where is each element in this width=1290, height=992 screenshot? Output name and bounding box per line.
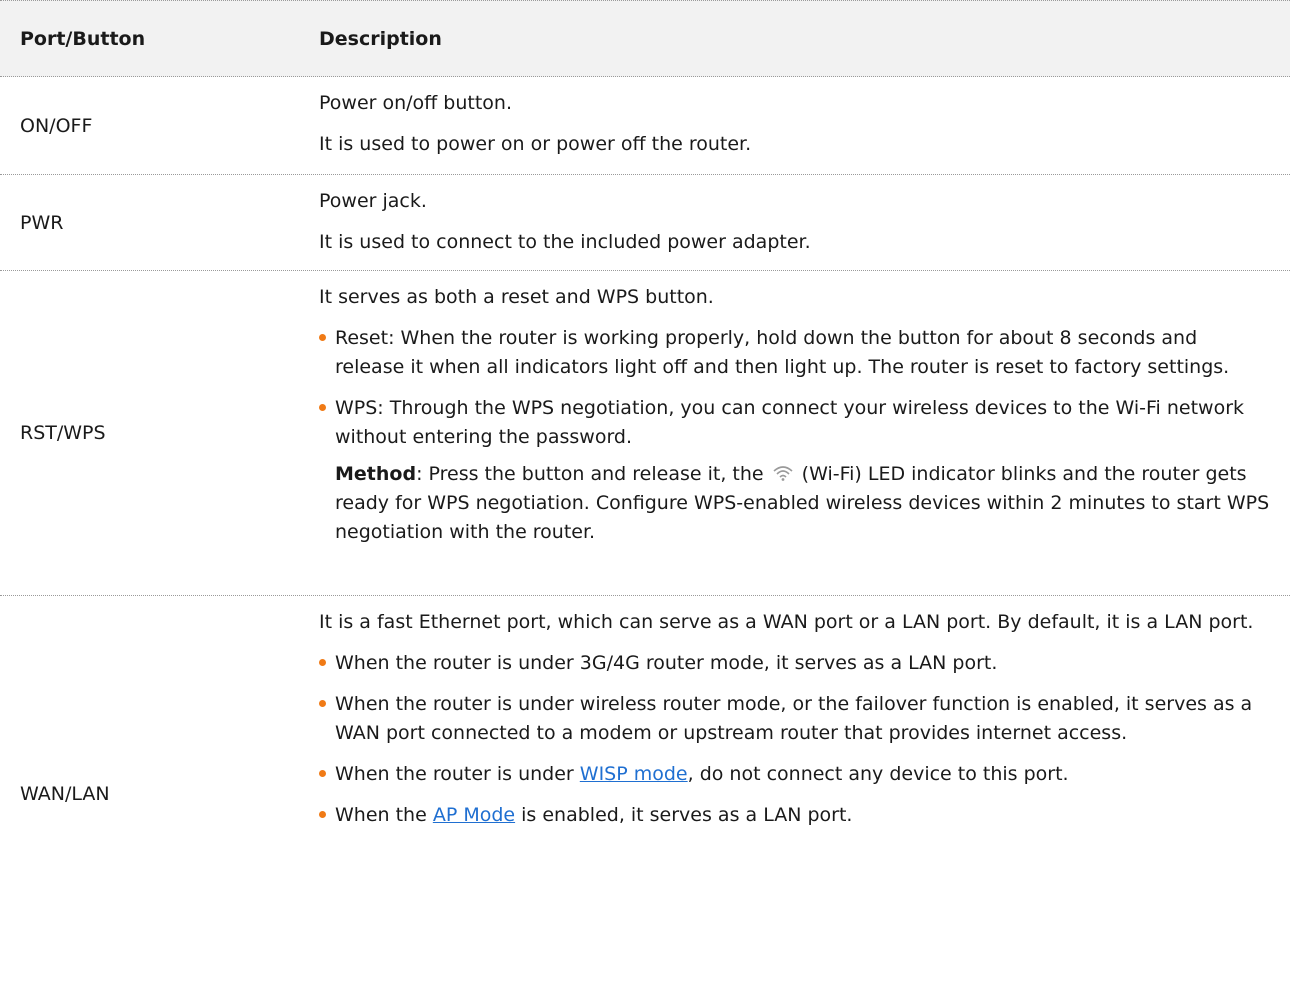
bullet-text-pre: When the router is under [335,763,580,785]
table-row-rst-wps: RST/WPS It serves as both a reset and WP… [0,271,1290,596]
port-name: WAN/LAN [20,783,110,805]
header-description: Description [319,27,442,50]
bullet-dot-icon [319,334,326,341]
description-cell: Power on/off button. It is used to power… [297,77,1290,174]
table-row-pwr: PWR Power jack. It is used to connect to… [0,175,1290,271]
description-text: Power on/off button. [319,92,513,114]
method-label: Method [335,463,417,485]
list-item: When the AP Mode is enabled, it serves a… [319,801,1272,830]
port-name: RST/WPS [20,422,106,444]
list-item: When the router is under wireless router… [319,690,1272,748]
method-text-pre: : Press the button and release it, the [416,463,764,485]
bullet-dot-icon [319,404,326,411]
bullet-text: When the router is under wireless router… [335,693,1253,744]
ap-mode-link[interactable]: AP Mode [433,804,515,826]
bullet-dot-icon [319,811,326,818]
list-item: WPS: Through the WPS negotiation, you ca… [319,394,1272,452]
description-text: It is used to connect to the included po… [319,231,811,253]
wifi-icon [773,466,793,481]
bullet-dot-icon [319,700,326,707]
table-row-on-off: ON/OFF Power on/off button. It is used t… [0,77,1290,175]
description-text: It serves as both a reset and WPS button… [319,286,714,308]
table-header-row: Port/Button Description [0,0,1290,77]
description-cell: Power jack. It is used to connect to the… [297,175,1290,270]
bullet-text: WPS: Through the WPS negotiation, you ca… [335,397,1245,448]
bullet-text-post: is enabled, it serves as a LAN port. [515,804,853,826]
wisp-mode-link[interactable]: WISP mode [580,763,688,785]
description-cell: It serves as both a reset and WPS button… [297,271,1290,595]
list-item: When the router is under 3G/4G router mo… [319,649,1272,678]
method-paragraph: Method: Press the button and release it,… [319,460,1272,547]
list-item: Reset: When the router is working proper… [319,324,1272,382]
bullet-text: When the router is under 3G/4G router mo… [335,652,998,674]
description-text: It is a fast Ethernet port, which can se… [319,611,1254,633]
list-item: When the router is under WISP mode, do n… [319,760,1272,789]
bullet-dot-icon [319,659,326,666]
description-text: Power jack. [319,190,427,212]
bullet-text-pre: When the [335,804,433,826]
bullet-text: Reset: When the router is working proper… [335,327,1230,378]
table-row-wan-lan: WAN/LAN It is a fast Ethernet port, whic… [0,596,1290,992]
description-text: It is used to power on or power off the … [319,133,752,155]
port-button-table: Port/Button Description ON/OFF Power on/… [0,0,1290,992]
bullet-dot-icon [319,770,326,777]
port-name: PWR [20,211,64,234]
bullet-text-post: , do not connect any device to this port… [687,763,1069,785]
header-port-button: Port/Button [20,27,146,50]
description-cell: It is a fast Ethernet port, which can se… [297,596,1290,992]
port-name: ON/OFF [20,114,93,137]
